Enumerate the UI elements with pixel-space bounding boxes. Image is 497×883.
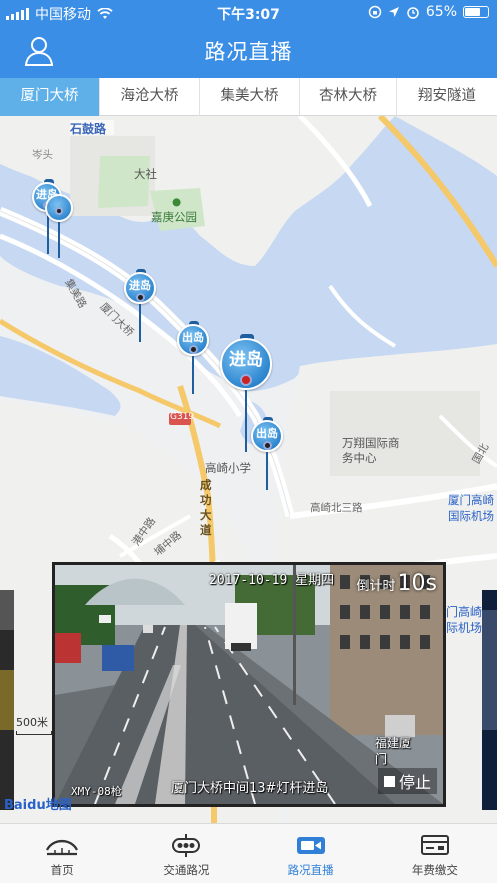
tab-xinglin-bridge[interactable]: 杏林大桥 xyxy=(300,78,397,116)
tab-xiamen-bridge[interactable]: 厦门大桥 xyxy=(0,78,100,116)
nav-live-label: 路况直播 xyxy=(287,863,334,877)
stop-label: 停止 xyxy=(398,773,431,792)
stop-button[interactable]: 停止 xyxy=(377,768,437,794)
camera-marker[interactable]: 进岛 xyxy=(124,269,158,344)
road-label: 高崎北三路 xyxy=(310,502,363,514)
nav-home-label: 首页 xyxy=(50,863,74,877)
tab-jimei-bridge[interactable]: 集美大桥 xyxy=(200,78,300,116)
battery-percent: 65% xyxy=(425,4,457,20)
status-bar: 中国移动 下午3:07 65% xyxy=(0,0,497,26)
app-root: 中国移动 下午3:07 65% 路况直播 厦门大桥 海沧大桥 集美大桥 杏林大桥… xyxy=(0,0,497,883)
place-label: 高崎小学 xyxy=(205,461,251,475)
nav-traffic[interactable]: 交通路况 xyxy=(124,824,248,883)
countdown-value: 10s xyxy=(397,571,437,596)
marker-label: 进岛 xyxy=(129,279,151,292)
place-label: 万翔国际商务中心 xyxy=(342,436,400,465)
header-bar: 中国移动 下午3:07 65% 路况直播 xyxy=(0,0,497,78)
place-label: 岑头 xyxy=(32,149,53,161)
refresh-countdown: 倒计时 10s xyxy=(357,571,437,596)
nav-live[interactable]: 路况直播 xyxy=(249,824,373,883)
bottom-nav: 首页 交通路况 路况直播 年费缴交 xyxy=(0,823,497,883)
tab-haicang-bridge[interactable]: 海沧大桥 xyxy=(100,78,200,116)
road-label: 成功大道 xyxy=(200,478,212,537)
place-label: 厦门高崎国际机场 xyxy=(448,493,494,523)
place-label: 嘉庚公园 xyxy=(151,210,197,224)
camera-marker[interactable]: 出岛 xyxy=(251,417,285,492)
live-video-player[interactable]: 2017-10-19 星期四 倒计时 10s 福建厦门 XMY-08枪 厦门大桥… xyxy=(52,562,446,807)
marker-label: 出岛 xyxy=(182,331,204,344)
nav-payment[interactable]: 年费缴交 xyxy=(373,824,497,883)
baidu-logo-text: Baidu地图 xyxy=(4,798,72,813)
bridge-tabs: 厦门大桥 海沧大桥 集美大桥 杏林大桥 翔安隧道 xyxy=(0,78,497,116)
battery-icon xyxy=(463,6,489,18)
nav-home[interactable]: 首页 xyxy=(0,824,124,883)
nav-traffic-label: 交通路况 xyxy=(163,863,210,877)
camera-marker[interactable] xyxy=(45,194,75,260)
place-label: 大社 xyxy=(134,167,157,181)
video-timestamp: 2017-10-19 星期四 xyxy=(209,573,335,588)
marker-label: 出岛 xyxy=(256,427,278,440)
highway-shield: G319 xyxy=(170,412,195,422)
traffic-light-icon xyxy=(172,834,201,857)
page-title: 路况直播 xyxy=(204,40,293,64)
camera-marker[interactable]: 出岛 xyxy=(177,321,211,396)
park-icon: ● xyxy=(172,196,182,208)
nav-payment-label: 年费缴交 xyxy=(411,863,458,877)
payment-card-icon xyxy=(420,835,449,855)
video-camera-icon xyxy=(296,837,325,854)
baidu-logo: Baidu地图 xyxy=(4,794,72,813)
camera-id: XMY-08枪 xyxy=(71,785,122,798)
scale-label: 500米 xyxy=(16,716,48,729)
countdown-prefix: 倒计时 xyxy=(356,579,396,594)
prev-video-card[interactable] xyxy=(0,590,14,810)
home-bridge-icon xyxy=(46,839,79,856)
alarm-icon xyxy=(407,7,419,19)
map-scale: 500米 xyxy=(16,714,52,735)
lock-rotation-icon xyxy=(368,5,382,19)
place-label: 门高崎际机场 xyxy=(446,605,483,635)
camera-caption: 厦门大桥中间13#灯杆进岛 xyxy=(171,781,329,796)
video-overlay-city: 福建厦门 xyxy=(375,736,412,766)
tab-xiangan-tunnel[interactable]: 翔安隧道 xyxy=(397,78,497,116)
location-arrow-icon xyxy=(388,7,399,17)
stop-icon xyxy=(383,775,395,787)
road-label: 石鼓路 xyxy=(70,122,107,136)
marker-label: 进岛 xyxy=(229,350,263,370)
